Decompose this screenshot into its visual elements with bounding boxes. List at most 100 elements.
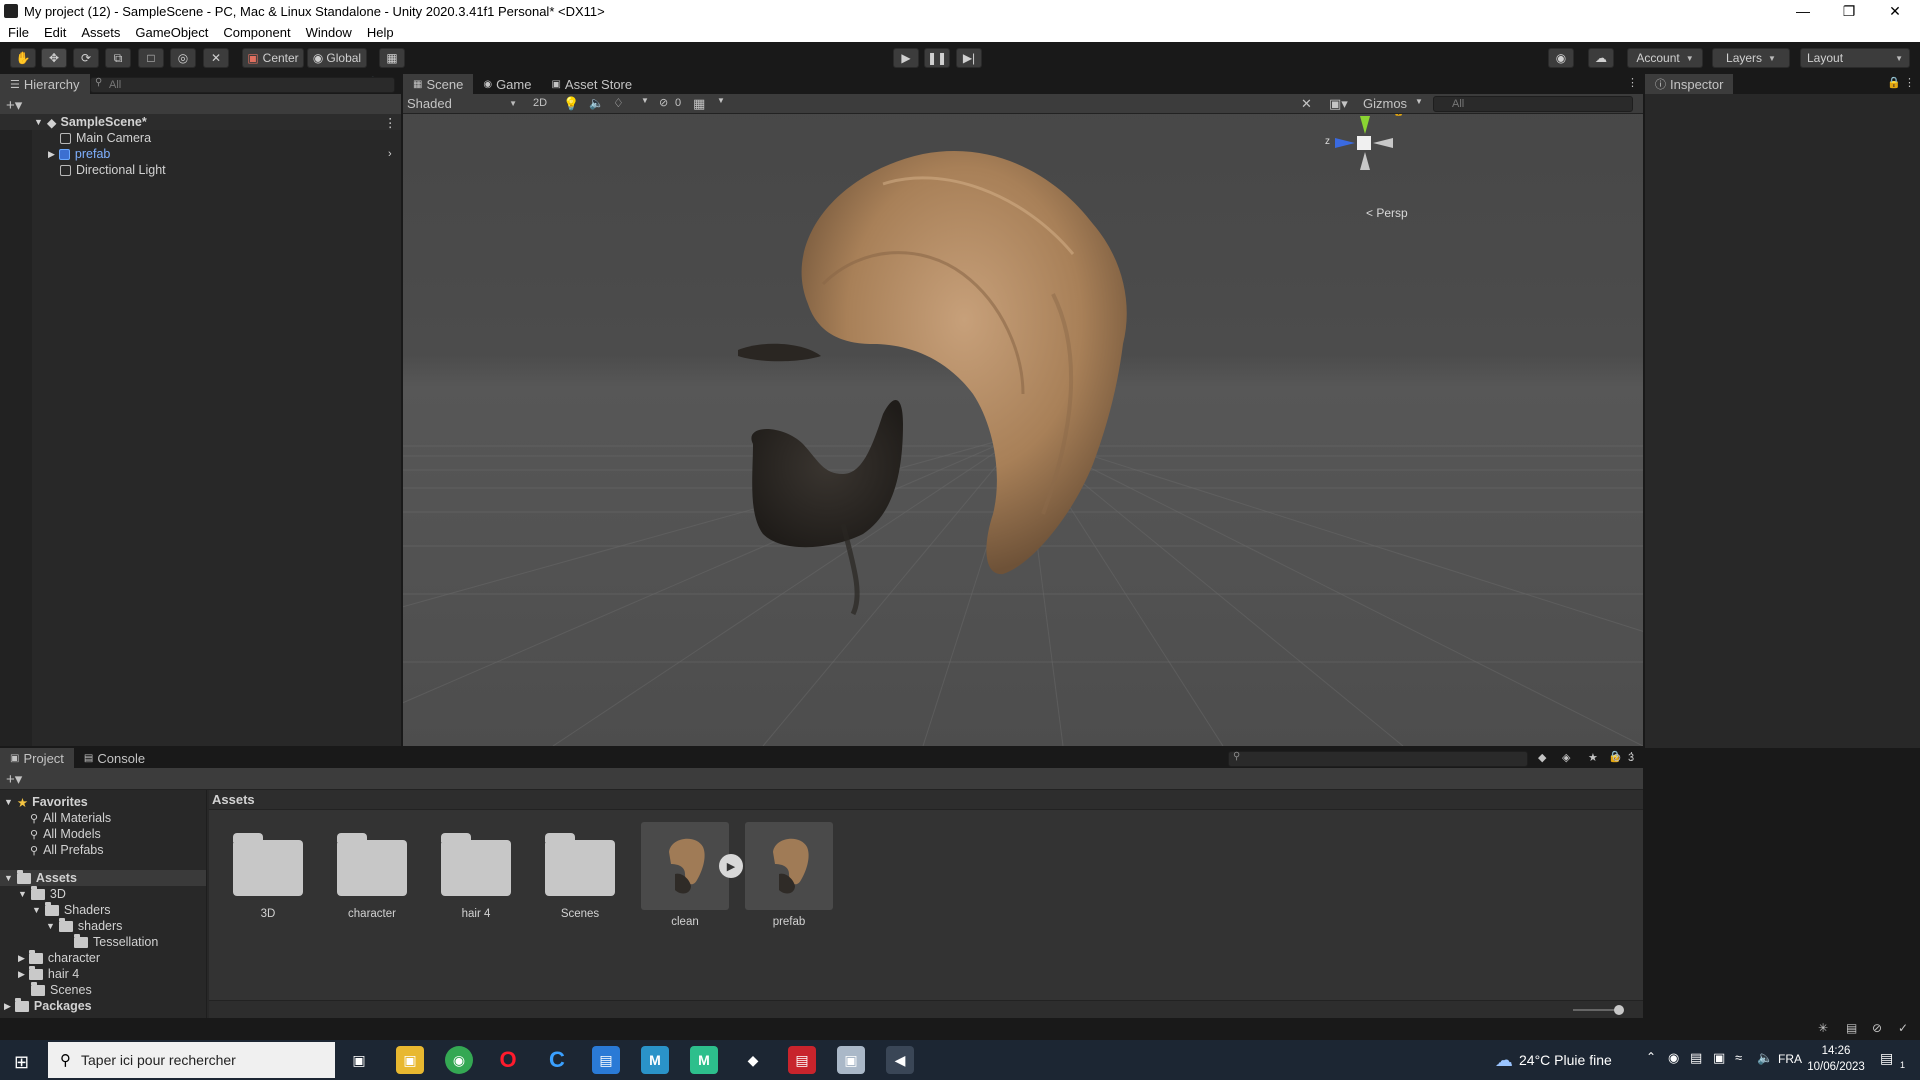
weather-widget[interactable]: ☁ 24°C Pluie fine bbox=[1495, 1040, 1612, 1080]
expand-arrow-icon[interactable]: ▶ bbox=[48, 149, 55, 160]
tree-item[interactable]: ▶ hair 4 bbox=[18, 965, 79, 982]
clock[interactable]: 14:26 10/06/2023 bbox=[1806, 1043, 1866, 1075]
expand-arrow-icon[interactable]: ▼ bbox=[46, 921, 55, 931]
tray-battery-icon[interactable]: ▤ bbox=[1690, 1050, 1702, 1066]
layers-dropdown[interactable]: Layers ▼ bbox=[1712, 48, 1790, 68]
app-gray-icon[interactable]: ▣ bbox=[837, 1046, 865, 1074]
pivot-toggle-button[interactable]: ▣ Center bbox=[242, 48, 304, 68]
grid-snap-icon[interactable]: ▦ bbox=[379, 48, 405, 68]
packages-row[interactable]: ▶ Packages bbox=[4, 997, 92, 1014]
chevron-down-icon[interactable]: ▼ bbox=[717, 96, 725, 105]
kebab-menu-icon[interactable]: ⋮ bbox=[1627, 76, 1638, 89]
lock-icon[interactable]: 🔒 bbox=[1887, 76, 1901, 89]
camera-icon[interactable]: ▣▾ bbox=[1329, 96, 1348, 112]
add-icon[interactable]: +▾ bbox=[6, 96, 22, 114]
expand-arrow-icon[interactable]: ▶ bbox=[4, 1001, 11, 1012]
chevron-down-icon[interactable]: ▼ bbox=[641, 96, 649, 105]
windows-start-icon[interactable]: ⊞ bbox=[14, 1052, 29, 1073]
axis-x-icon[interactable] bbox=[1373, 138, 1393, 148]
project-search-input[interactable] bbox=[1228, 751, 1528, 767]
tab-project[interactable]: ▣ Project bbox=[0, 748, 74, 768]
effects-icon[interactable]: ♢ bbox=[613, 96, 624, 110]
rect-tool-icon[interactable]: □ bbox=[138, 48, 164, 68]
favorite-item[interactable]: ⚲ All Prefabs bbox=[30, 842, 104, 858]
scene-root-row[interactable]: ▼ ◆ SampleScene* ⋮ bbox=[0, 114, 401, 130]
tree-item[interactable]: ▼ shaders bbox=[46, 917, 122, 934]
language-indicator[interactable]: FRA bbox=[1778, 1052, 1802, 1066]
tree-item[interactable]: ▼ Shaders bbox=[32, 901, 110, 918]
scale-tool-icon[interactable]: ⧉ bbox=[105, 48, 131, 68]
tray-chevron-up-icon[interactable]: ⌃ bbox=[1646, 1050, 1656, 1064]
favorite-item[interactable]: ⚲ All Materials bbox=[30, 810, 111, 826]
tree-item[interactable]: Tessellation bbox=[74, 933, 158, 950]
volume-icon[interactable]: 🔈 bbox=[1757, 1050, 1773, 1066]
tab-inspector[interactable]: ⓘ Inspector bbox=[1645, 74, 1734, 94]
search-by-type-icon[interactable]: ◆ bbox=[1538, 751, 1546, 764]
asset-tile-folder[interactable]: 3D bbox=[223, 822, 313, 920]
chevron-down-icon[interactable]: ▼ bbox=[1415, 97, 1423, 106]
tab-asset-store[interactable]: ▣ Asset Store bbox=[541, 74, 642, 94]
taskbar-search-input[interactable]: ⚲ Taper ici pour rechercher bbox=[48, 1042, 335, 1078]
cloud-icon[interactable]: ☁ bbox=[1588, 48, 1614, 68]
add-icon[interactable]: +▾ bbox=[6, 770, 22, 788]
expand-arrow-icon[interactable]: ▼ bbox=[34, 117, 43, 127]
cache-icon[interactable]: ▤ bbox=[1846, 1021, 1857, 1035]
expand-arrow-icon[interactable]: ▼ bbox=[18, 889, 27, 899]
lighting-icon[interactable]: 💡 bbox=[563, 96, 579, 112]
wifi-icon[interactable]: ≈ bbox=[1735, 1050, 1742, 1065]
menu-window[interactable]: Window bbox=[298, 25, 359, 40]
chevron-right-icon[interactable]: › bbox=[388, 148, 392, 160]
asset-tile-prefab[interactable]: prefab bbox=[744, 822, 834, 928]
eyebrow-model[interactable] bbox=[738, 343, 821, 362]
menu-file[interactable]: File bbox=[0, 25, 36, 40]
hierarchy-item[interactable]: ▶ prefab › bbox=[0, 146, 400, 162]
kebab-menu-icon[interactable]: ⋮ bbox=[1904, 76, 1915, 89]
play-button[interactable]: ▶ bbox=[893, 48, 919, 68]
notification-icon[interactable]: ▤ bbox=[1880, 1050, 1893, 1067]
gizmo-center-icon[interactable] bbox=[1357, 136, 1371, 150]
restore-button[interactable]: ❐ bbox=[1826, 0, 1872, 22]
tab-console[interactable]: ▤ Console bbox=[74, 748, 155, 768]
hierarchy-item[interactable]: Main Camera bbox=[0, 130, 400, 146]
minimize-button[interactable]: — bbox=[1780, 0, 1826, 22]
expand-play-icon[interactable]: ▶ bbox=[719, 854, 743, 878]
tree-item[interactable]: ▶ character bbox=[18, 949, 100, 966]
unity-hub-icon[interactable]: ◆ bbox=[739, 1046, 767, 1074]
favorite-item[interactable]: ⚲ All Models bbox=[30, 826, 101, 842]
gizmos-dropdown[interactable]: Gizmos bbox=[1363, 96, 1407, 111]
tab-scene[interactable]: ▦ Scene bbox=[403, 74, 474, 94]
search-by-label-icon[interactable]: ◈ bbox=[1562, 751, 1570, 764]
expand-arrow-icon[interactable]: ▼ bbox=[32, 905, 41, 915]
expand-arrow-icon[interactable]: ▶ bbox=[18, 953, 25, 964]
asset-tile-folder[interactable]: hair 4 bbox=[431, 822, 521, 920]
zoom-slider-handle[interactable] bbox=[1614, 1005, 1624, 1015]
opera-icon[interactable]: O bbox=[494, 1046, 522, 1074]
draw-mode-dropdown[interactable]: Shaded ▼ bbox=[407, 95, 523, 112]
camera-mode-label[interactable]: < Persp bbox=[1366, 206, 1408, 220]
tree-item[interactable]: Scenes bbox=[31, 981, 92, 998]
orientation-gizmo[interactable]: y z 🔒 bbox=[1323, 104, 1404, 194]
auto-generate-icon[interactable]: ⊘ bbox=[1872, 1021, 1882, 1035]
pause-button[interactable]: ❚❚ bbox=[924, 48, 950, 68]
expand-arrow-icon[interactable]: ▼ bbox=[4, 797, 13, 807]
axis-neg-y-icon[interactable] bbox=[1360, 152, 1370, 170]
app-m-blue-icon[interactable]: M bbox=[641, 1046, 669, 1074]
asset-tile-folder[interactable]: character bbox=[327, 822, 417, 920]
beard-model[interactable] bbox=[751, 400, 903, 616]
hand-tool-icon[interactable]: ✋ bbox=[10, 48, 36, 68]
menu-component[interactable]: Component bbox=[215, 25, 297, 40]
account-dropdown[interactable]: Account ▼ bbox=[1627, 48, 1703, 68]
collab-icon[interactable]: ◉ bbox=[1548, 48, 1574, 68]
custom-tool-icon[interactable]: ✕ bbox=[203, 48, 229, 68]
visibility-icon[interactable]: ⊘ bbox=[659, 96, 668, 109]
task-view-icon[interactable]: ▣ bbox=[345, 1046, 373, 1074]
unity-editor-icon[interactable]: ◀ bbox=[886, 1046, 914, 1074]
asset-tile-folder[interactable]: Scenes bbox=[535, 822, 625, 920]
close-button[interactable]: ✕ bbox=[1872, 0, 1918, 22]
app-m-green-icon[interactable]: M bbox=[690, 1046, 718, 1074]
expand-arrow-icon[interactable]: ▶ bbox=[18, 969, 25, 980]
axis-y-icon[interactable] bbox=[1360, 116, 1370, 134]
assets-root-row[interactable]: ▼ Assets bbox=[0, 869, 206, 886]
space-toggle-button[interactable]: ◉ Global bbox=[307, 48, 367, 68]
step-button[interactable]: ▶| bbox=[956, 48, 982, 68]
